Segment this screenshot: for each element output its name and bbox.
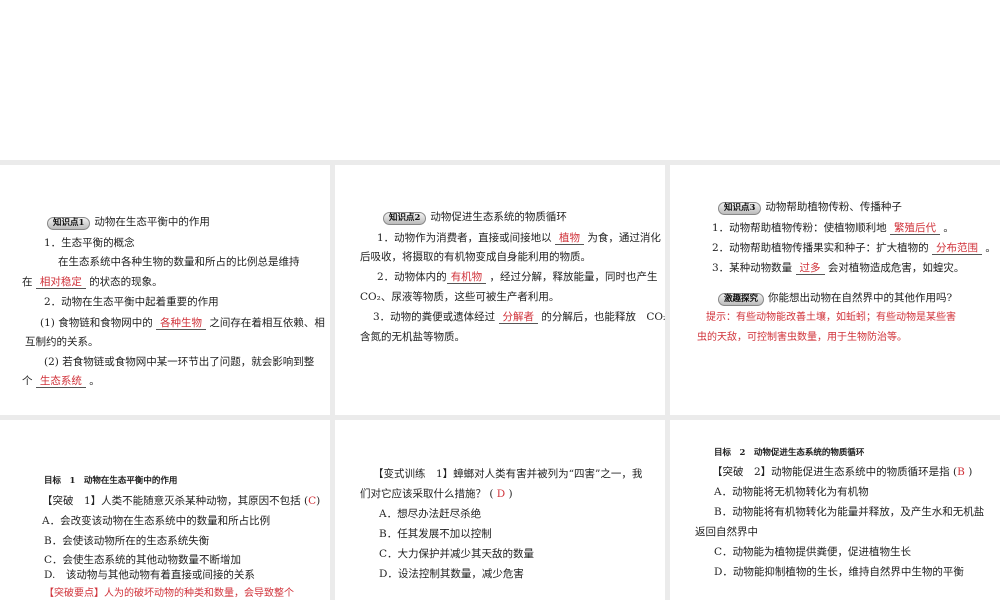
- text: 的状态的现象。: [89, 276, 163, 288]
- slide-knowledge-1[interactable]: 知识点1 动物在生态平衡中的作用 1．生态平衡的概念 在生态系统中各种生物的数量和…: [0, 165, 330, 415]
- section-title: 动物在生态平衡中的作用: [94, 216, 210, 228]
- slide-target-1[interactable]: 目标 1 动物在生态平衡中的作用 【突破 1】人类不能随意灭杀某种动物，其原因不…: [0, 420, 330, 600]
- explore-badge: 激趣探究: [718, 293, 765, 306]
- question: 们对它应该采取什么措施？ (: [360, 488, 494, 500]
- option-a: A．会改变该动物在生态系统中的数量和所占比例: [42, 515, 271, 527]
- slide-knowledge-2[interactable]: 知识点2 动物促进生态系统的物质循环 1．动物作为消费者，直接或间接地以 植物 为…: [335, 165, 665, 415]
- answer: D: [496, 488, 506, 500]
- knowledge-badge: 知识点1: [47, 217, 91, 230]
- option-b-cont: 返回自然界中: [695, 526, 758, 538]
- text: 3．某种动物数量: [712, 262, 793, 274]
- answer-blank: 相对稳定: [35, 276, 86, 289]
- text-line: 在生态系统中各种生物的数量和所占的比例总是维持: [58, 256, 300, 268]
- blank-header: [0, 0, 1000, 160]
- answer-blank: 分布范围: [932, 242, 983, 255]
- answer-blank: 有机物: [446, 271, 487, 284]
- option-d: D．设法控制其数量，减少危害: [379, 568, 524, 580]
- option-c: C．大力保护并减少其天敌的数量: [379, 548, 535, 560]
- option-a: A．动物能将无机物转化为有机物: [714, 486, 869, 498]
- text: 个: [22, 375, 33, 387]
- text: 为食，通过消化: [587, 232, 661, 244]
- text: 2．动物帮助植物传播果实和种子：扩大植物的: [712, 242, 929, 254]
- text-line: (2) 若食物链或食物网中某一环节出了问题，就会影响到整: [44, 356, 315, 368]
- text: 。: [89, 375, 100, 387]
- question: 【变式训练 1】蟑螂对人类有害并被列为“四害”之一，我: [373, 468, 643, 480]
- answer-blank: 生态系统: [35, 375, 86, 388]
- key-point: 【突破要点】人为的破坏动物的种类和数量，会导致整个: [44, 588, 294, 599]
- slide-knowledge-3[interactable]: 知识点3 动物帮助植物传粉、传播种子 1．动物帮助植物传粉：使植物顺利地 繁殖后代…: [670, 165, 1000, 415]
- text: ): [508, 488, 513, 500]
- knowledge-badge: 知识点2: [383, 212, 427, 225]
- option-c: C．动物能为植物提供粪便，促进植物生长: [714, 546, 912, 558]
- knowledge-badge: 知识点3: [718, 202, 762, 215]
- text: 3．动物的粪便或遗体经过: [373, 311, 496, 323]
- option-b: B．动物能将有机物转化为能量并释放，及产生水和无机盐: [714, 506, 985, 518]
- slide-variant-1[interactable]: 【变式训练 1】蟑螂对人类有害并被列为“四害”之一，我 们对它应该采取什么措施？…: [335, 420, 665, 600]
- question: 【突破 1】人类不能随意灭杀某种动物，其原因不包括 (: [42, 495, 309, 507]
- hint-text: 虫的天敌，可控制害虫数量，用于生物防治等。: [697, 332, 907, 343]
- answer-blank: 繁殖后代: [890, 222, 941, 235]
- section-title: 动物帮助植物传粉、传播种子: [765, 201, 902, 213]
- answer-blank: 分解者: [498, 311, 539, 324]
- answer-blank: 过多: [795, 262, 825, 275]
- text-line: 含氮的无机盐等物质。: [360, 331, 465, 343]
- section-title: 动物促进生态系统的物质循环: [430, 211, 567, 223]
- slide-target-2[interactable]: 目标 2 动物促进生态系统的物质循环 【突破 2】动物能促进生态系统中的物质循环…: [670, 420, 1000, 600]
- text: 1．动物作为消费者，直接或间接地以: [377, 232, 552, 244]
- option-d: D．动物能抑制植物的生长，维持自然界中生物的平衡: [714, 566, 964, 578]
- text: 会对植物造成危害，如蝗灾。: [827, 262, 965, 274]
- answer-blank: 植物: [555, 232, 585, 245]
- text: (1) 食物链和食物网中的: [40, 317, 153, 329]
- question: 【突破 2】动物能促进生态系统中的物质循环是指 (: [712, 466, 958, 478]
- text-line: 互制约的关系。: [25, 336, 99, 348]
- text: 在: [22, 276, 33, 288]
- text-line: 2．动物在生态平衡中起着重要的作用: [44, 296, 219, 308]
- answer: C: [308, 495, 317, 507]
- question: 你能想出动物在自然界中的其他作用吗?: [768, 292, 953, 304]
- hint-text: 提示：有些动物能改善土壤，如蚯蚓；有些动物是某些害: [706, 312, 956, 323]
- option-b: B．会使该动物所在的生态系统失衡: [44, 535, 210, 547]
- answer: B: [957, 466, 965, 478]
- text: 。: [943, 222, 954, 234]
- text: ，经过分解，释放能量，同时也产生: [489, 271, 658, 283]
- option-a: A．想尽办法赶尽杀绝: [379, 508, 482, 520]
- text-line: 后吸收，将摄取的有机物变成自身能利用的物质。: [360, 251, 591, 263]
- option-c: C．会使生态系统的其他动物数量不断增加: [44, 554, 242, 566]
- text: 的分解后，也能释放 CO₂、: [541, 311, 665, 323]
- text: ): [968, 466, 973, 478]
- text: ): [316, 495, 321, 507]
- text-line: CO₂、尿液等物质，这些可被生产者利用。: [360, 291, 560, 303]
- text-line: 1．生态平衡的概念: [44, 237, 135, 249]
- text: 。: [985, 242, 996, 254]
- answer-blank: 各种生物: [156, 317, 207, 330]
- text: 之间存在着相互依赖、相: [209, 317, 325, 329]
- text: 1．动物帮助植物传粉：使植物顺利地: [712, 222, 887, 234]
- target-title: 目标 2 动物促进生态系统的物质循环: [714, 448, 865, 458]
- target-title: 目标 1 动物在生态平衡中的作用: [44, 476, 178, 486]
- text: 2．动物体内的: [377, 271, 447, 283]
- option-d: D. 该动物与其他动物有着直接或间接的关系: [44, 569, 255, 581]
- option-b: B．任其发展不加以控制: [379, 528, 492, 540]
